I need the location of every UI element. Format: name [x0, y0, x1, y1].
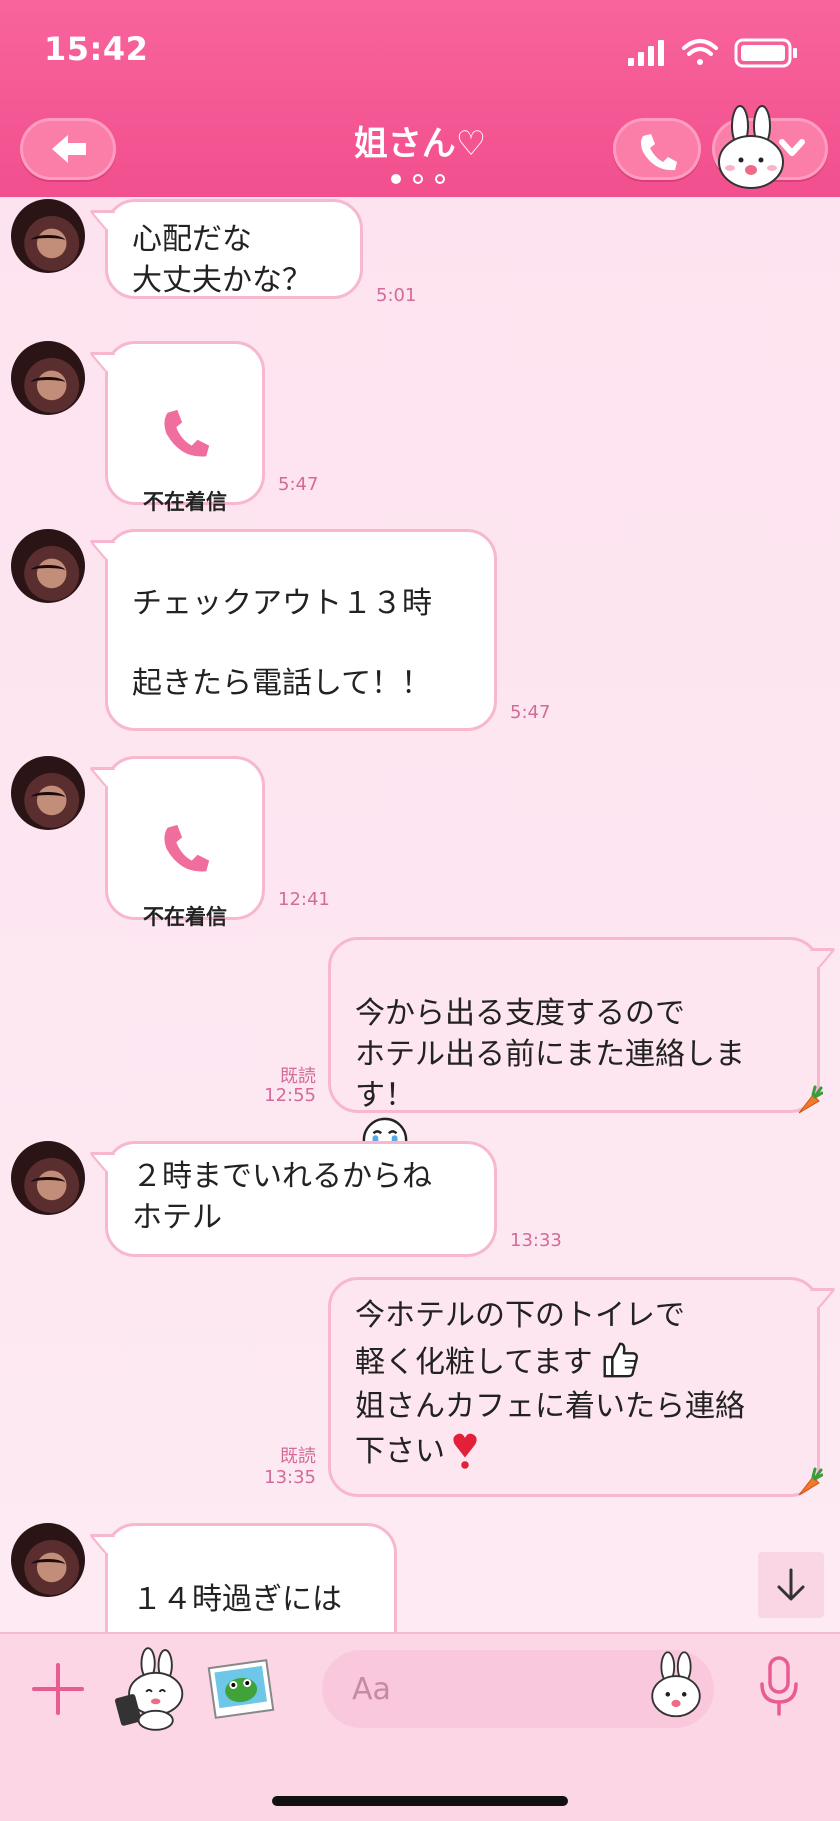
- carrot-icon: [798, 1085, 823, 1114]
- missed-call-label: 不在着信: [143, 905, 227, 929]
- microphone-icon[interactable]: [754, 1654, 804, 1724]
- message-bubble: 心配だな 大丈夫かな？: [105, 199, 363, 299]
- thumbs-up-icon: [603, 1342, 638, 1378]
- message-time: 5:01: [376, 285, 417, 306]
- phone-icon: [641, 134, 677, 171]
- bunny-sticker-icon: [718, 105, 784, 189]
- message-line: 下さい: [355, 1429, 793, 1474]
- avatar[interactable]: [11, 1141, 85, 1215]
- avatar[interactable]: [11, 341, 85, 415]
- missed-call-label: 不在着信: [143, 490, 227, 514]
- message-time: 13:33: [510, 1230, 562, 1251]
- signal-icon: [628, 40, 664, 66]
- call-button[interactable]: [613, 118, 701, 180]
- home-indicator: [272, 1796, 568, 1806]
- message-line: 軽く化粧してます: [355, 1338, 793, 1385]
- page-indicator: [391, 174, 445, 184]
- avatar[interactable]: [11, 756, 85, 830]
- message-text: 軽く化粧してます: [355, 1345, 593, 1380]
- message-time: 12:55: [264, 1085, 316, 1106]
- message-text: 下さい: [355, 1434, 445, 1469]
- message-text: 今ホテルの下のトイレで: [355, 1298, 685, 1333]
- arrow-down-icon: [777, 1568, 805, 1601]
- message-time: 13:35: [264, 1467, 316, 1488]
- chat-header: 15:42 姐さん♡: [0, 0, 840, 197]
- emoji-sticker-icon[interactable]: [644, 1650, 708, 1724]
- message-list[interactable]: 心配だな 大丈夫かな？ 5:01 不在着信 5:47 チェックアウト１３時 起き…: [0, 197, 840, 1632]
- battery-icon: [734, 38, 797, 68]
- message-text: 今から出る支度するので ホテル出る前にまた連絡しま す！: [355, 996, 745, 1113]
- avatar[interactable]: [11, 1523, 85, 1597]
- missed-call-bubble[interactable]: 不在着信: [105, 341, 265, 514]
- phone-icon: [164, 824, 210, 872]
- message-bubble: １４時過ぎには: [105, 1523, 397, 1632]
- message-time: 12:41: [278, 889, 330, 910]
- plus-icon[interactable]: [28, 1659, 88, 1719]
- wifi-icon: [682, 39, 718, 65]
- status-icons: [628, 38, 797, 68]
- status-time: 15:42: [44, 30, 149, 68]
- avatar[interactable]: [11, 199, 85, 273]
- scroll-to-bottom-button[interactable]: [758, 1552, 824, 1618]
- phone-icon: [164, 409, 210, 457]
- message-bubble: ２時までいれるからね ホテル: [105, 1141, 497, 1257]
- sticker-icon[interactable]: [112, 1646, 188, 1732]
- heart-exclamation-icon: [453, 1433, 477, 1469]
- message-time: 5:47: [510, 702, 551, 723]
- message-bubble: 今ホテルの下のトイレで 軽く化粧してます 姐さんカフェに着いたら連絡 下さい: [328, 1277, 820, 1497]
- message-text: 姐さんカフェに着いたら連絡: [355, 1389, 745, 1424]
- read-receipt: 既読: [280, 1446, 316, 1467]
- avatar[interactable]: [11, 529, 85, 603]
- missed-call-bubble[interactable]: 不在着信: [105, 756, 265, 929]
- image-picker-icon[interactable]: [206, 1654, 276, 1724]
- message-time: 5:47: [278, 474, 319, 495]
- input-bar: [0, 1632, 840, 1821]
- message-bubble: チェックアウト１３時 起きたら電話して！！: [105, 529, 497, 731]
- message-bubble: 今から出る支度するので ホテル出る前にまた連絡しま す！: [328, 937, 820, 1163]
- carrot-icon: [798, 1467, 823, 1496]
